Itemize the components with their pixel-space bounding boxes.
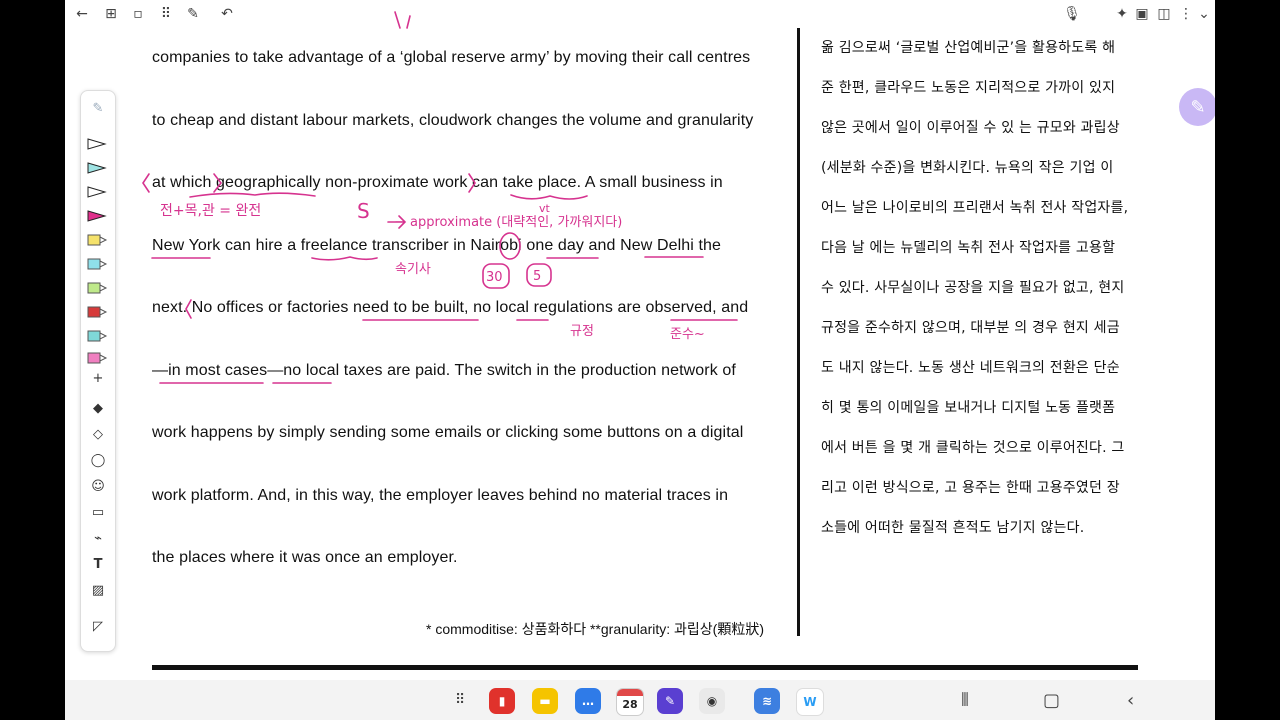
korean-line: 준 한편, 클라우드 노동은 지리적으로 가까이 있지: [821, 80, 1116, 96]
note-page[interactable]: companies to take advantage of a ‘global…: [65, 28, 1215, 680]
undo-icon[interactable]: ↶: [218, 5, 236, 23]
pdf-export-icon[interactable]: ▣: [1133, 5, 1151, 23]
pen-magenta-icon[interactable]: [86, 207, 110, 225]
top-toolbar: ← ⊞ ▫ ⠿ ✎ ↶ 🎙 ✦ ▣ ◫ ⋮ ⌄: [65, 0, 1215, 28]
back-arrow-icon[interactable]: ←: [73, 5, 91, 23]
highlighter-pink-icon[interactable]: [86, 349, 110, 367]
highlighter-teal-icon[interactable]: [86, 327, 110, 345]
pen-teal-icon[interactable]: [86, 159, 110, 177]
messages-app-icon[interactable]: …: [575, 688, 601, 714]
english-line: work platform. And, in this way, the emp…: [152, 487, 729, 504]
korean-line: 어느 날은 나이로비의 프리랜서 녹취 전사 작업자를,: [821, 200, 1129, 216]
pen-dark-icon[interactable]: [86, 183, 110, 201]
file-icon[interactable]: ▫: [129, 5, 147, 23]
highlighter-green-icon[interactable]: [86, 279, 110, 297]
pen-black-icon[interactable]: [86, 135, 110, 153]
laser-pointer-icon[interactable]: ⌁: [86, 529, 110, 547]
text-tool-icon[interactable]: T: [86, 555, 110, 573]
sticker-icon[interactable]: ☺: [86, 477, 110, 495]
comment-icon[interactable]: ▭: [86, 503, 110, 521]
english-line: New York can hire a freelance transcribe…: [152, 237, 721, 254]
korean-line: 옮 김으로써 ‘글로벌 산업예비군’을 활용하도록 해: [821, 40, 1116, 56]
add-pen-icon[interactable]: +: [86, 369, 110, 387]
shape-tool-icon[interactable]: ◇: [86, 425, 110, 443]
stack-app-icon[interactable]: ≋: [754, 688, 780, 714]
pen-settings-icon[interactable]: ✎: [86, 99, 110, 117]
recents-icon[interactable]: ⦀: [961, 690, 969, 711]
page-grid-icon[interactable]: ⊞: [102, 5, 120, 23]
note-app-screen: ← ⊞ ▫ ⠿ ✎ ↶ 🎙 ✦ ▣ ◫ ⋮ ⌄ companies to tak…: [65, 0, 1215, 720]
more-options-icon[interactable]: ⋮: [1177, 5, 1195, 23]
back-icon[interactable]: ‹: [1127, 690, 1134, 711]
ai-sparkle-icon[interactable]: ✦: [1113, 5, 1131, 23]
korean-line: 다음 날 에는 뉴델리의 녹취 전사 작업자를 고용할: [821, 240, 1116, 256]
pen-icon: ✎: [1190, 96, 1206, 118]
column-divider: [797, 28, 800, 636]
folder-app-icon[interactable]: ▬: [532, 688, 558, 714]
korean-line: 수 있다. 사무실이나 공장을 지을 필요가 없고, 현지: [821, 280, 1125, 296]
highlighter-cyan-icon[interactable]: [86, 255, 110, 273]
chevron-down-icon[interactable]: ⌄: [1195, 5, 1213, 23]
notes-app-icon[interactable]: ▮: [489, 688, 515, 714]
footnote: * commoditise: 상품화하다 **granularity: 과립상(…: [426, 621, 764, 637]
lasso-icon[interactable]: ◯: [86, 451, 110, 469]
pen-app-icon[interactable]: ✎: [657, 688, 683, 714]
pen-toolbar: ✎ + ◆ ◇ ◯ ☺ ▭ ⌁ T ▨ ◸: [80, 90, 116, 652]
korean-line: 리고 이런 방식으로, 고 용주는 한때 고용주였던 장: [821, 480, 1120, 496]
english-line: companies to take advantage of a ‘global…: [152, 49, 751, 66]
system-taskbar: ⠿ ▮ ▬ … 28 ✎ ◉ ≋ W ⦀ ▢ ‹: [65, 680, 1215, 720]
edit-page-icon[interactable]: ✎: [184, 5, 202, 23]
eraser-icon[interactable]: ◆: [86, 399, 110, 417]
english-line: —in most cases—no local taxes are paid. …: [152, 362, 736, 379]
home-icon[interactable]: ▢: [1043, 690, 1060, 711]
english-line: work happens by simply sending some emai…: [152, 424, 744, 441]
image-icon[interactable]: ▨: [86, 581, 110, 599]
korean-line: 히 몇 통의 이메일을 보내거나 디지털 노동 플랫폼: [821, 400, 1116, 416]
template-grid-icon[interactable]: ⠿: [157, 5, 175, 23]
english-line: at which geographically non-proximate wo…: [152, 174, 723, 191]
camera-app-icon[interactable]: ◉: [699, 688, 725, 714]
reading-mode-icon[interactable]: ◫: [1155, 5, 1173, 23]
korean-line: 에서 버튼 을 몇 개 클릭하는 것으로 이루어진다. 그: [821, 440, 1125, 456]
collapse-toolbar-icon[interactable]: ◸: [86, 617, 110, 635]
korean-line: 규정을 준수하지 않으며, 대부분 의 경우 현지 세금: [821, 320, 1120, 336]
w-app-icon[interactable]: W: [796, 688, 824, 716]
english-line: to cheap and distant labour markets, clo…: [152, 112, 754, 129]
highlighter-red-icon[interactable]: [86, 303, 110, 321]
korean-line: (세분화 수준)을 변화시킨다. 뉴욕의 작은 기업 이: [821, 160, 1114, 176]
highlighter-yellow-icon[interactable]: [86, 231, 110, 249]
voice-record-icon[interactable]: 🎙: [1063, 5, 1081, 23]
calendar-app-icon[interactable]: 28: [616, 688, 644, 716]
pen-mode-button[interactable]: ✎: [1179, 88, 1215, 126]
app-drawer-icon[interactable]: ⠿: [455, 692, 465, 708]
page-bottom-rule: [152, 665, 1138, 670]
korean-line: 소들에 어떠한 물질적 흔적도 남기지 않는다.: [821, 520, 1085, 536]
calendar-date: 28: [622, 698, 638, 711]
korean-line: 도 내지 않는다. 노동 생산 네트워크의 전환은 단순: [821, 360, 1120, 376]
english-line: the places where it was once an employer…: [152, 549, 458, 566]
english-line: next. No offices or factories need to be…: [152, 299, 749, 316]
korean-line: 않은 곳에서 일이 이루어질 수 있 는 규모와 과립상: [821, 120, 1120, 136]
